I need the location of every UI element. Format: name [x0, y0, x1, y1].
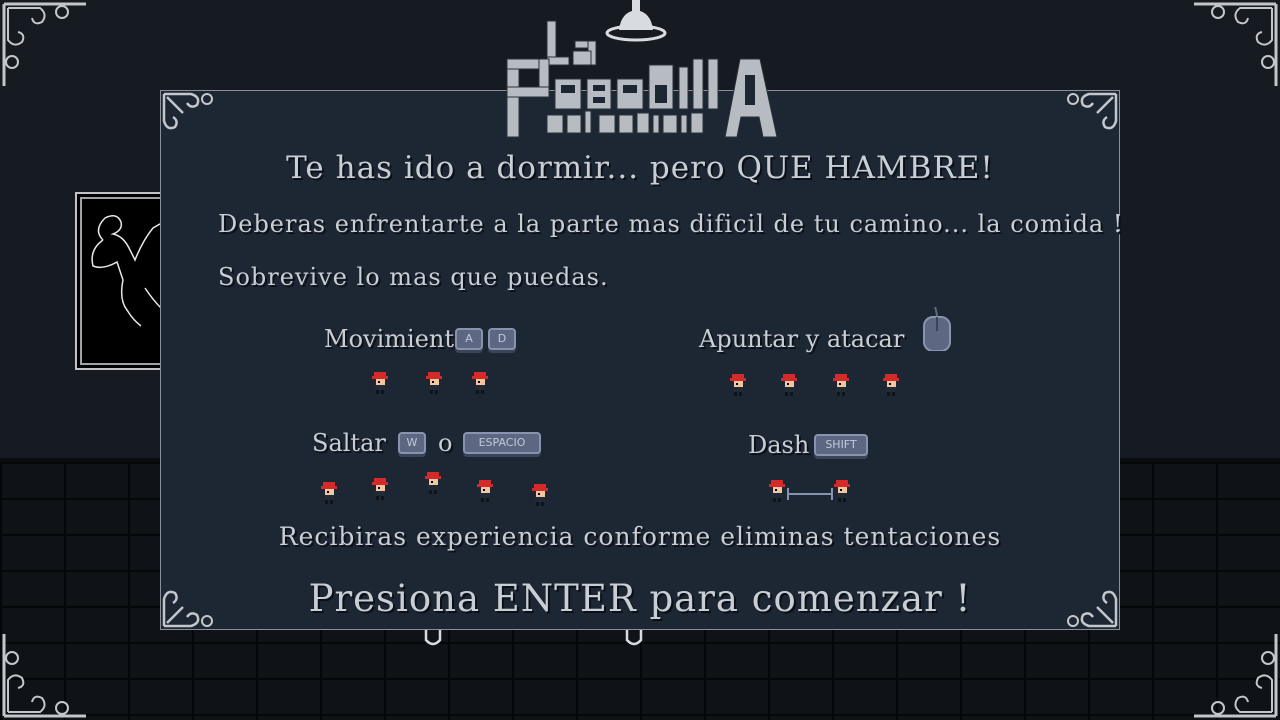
player-sprite-icon [532, 484, 548, 506]
key-espacio: ESPACIO [463, 432, 541, 454]
player-sprite-icon [472, 372, 488, 394]
ornament-corner-icon [1194, 2, 1278, 86]
headline-text: Te has ido a dormir... pero QUE HAMBRE! [286, 150, 994, 186]
key-w: W [398, 432, 426, 454]
panel-leg-icon [424, 630, 442, 646]
player-sprite-icon [372, 372, 388, 394]
ornament-corner-icon [2, 634, 86, 718]
player-sprite-icon [425, 472, 441, 494]
panel-corner-ornament-icon [1067, 92, 1118, 130]
intro-line-1: Deberas enfrentarte a la parte mas dific… [218, 210, 1124, 238]
muscle-figure-drawing [91, 215, 168, 327]
mouse-icon [923, 307, 951, 351]
player-sprite-icon [426, 372, 442, 394]
player-sprite-icon [321, 482, 337, 504]
player-sprite-icon [477, 480, 493, 502]
ornament-corner-icon [1194, 634, 1278, 718]
player-sprite-icon [372, 478, 388, 500]
dash-label: Dash [748, 431, 810, 459]
jump-label: Saltar [312, 429, 386, 457]
game-logo [506, 20, 778, 138]
panel-leg-icon [625, 630, 643, 646]
key-shift: SHIFT [814, 434, 868, 456]
start-prompt[interactable]: Presiona ENTER para comenzar ! [0, 577, 1280, 620]
ornament-corner-icon [2, 2, 86, 86]
intro-line-2: Sobrevive lo mas que puedas. [218, 263, 609, 291]
player-sprite-icon [781, 374, 797, 396]
move-label: Movimiento [324, 325, 469, 353]
player-sprite-icon [730, 374, 746, 396]
player-sprite-icon [769, 480, 785, 502]
key-d: D [488, 328, 516, 350]
xp-info-text: Recibiras experiencia conforme eliminas … [278, 522, 1002, 551]
panel-corner-ornament-icon [162, 92, 213, 130]
key-a: A [455, 328, 483, 350]
jump-or-text: o [438, 429, 453, 457]
player-sprite-icon [833, 374, 849, 396]
dash-trail-icon [787, 488, 833, 500]
player-sprite-icon [834, 480, 850, 502]
player-sprite-icon [883, 374, 899, 396]
aim-label: Apuntar y atacar [699, 325, 905, 353]
